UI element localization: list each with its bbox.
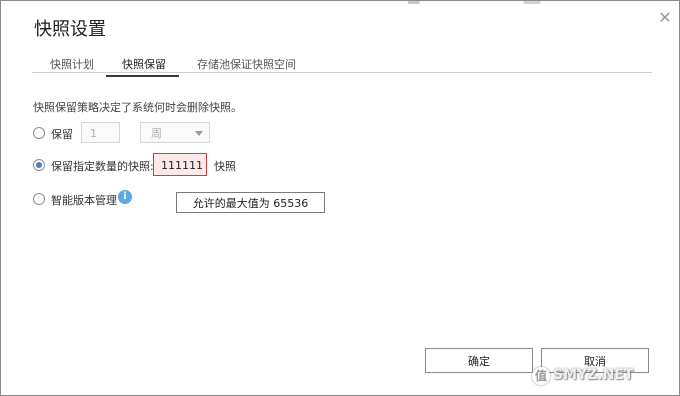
tab-snapshot-schedule[interactable]: 快照计划 [50,56,94,72]
close-icon[interactable]: ✕ [657,10,673,26]
watermark-logo-icon: 值 [532,367,550,385]
top-edge-strip [61,1,639,4]
smart-versioning-label: 智能版本管理 [51,194,117,207]
tab-snapshot-retention[interactable]: 快照保留 [106,56,179,77]
keep-unit-value: 周 [151,127,162,140]
count-unit-label: 快照 [214,160,236,173]
watermark-text: SMYZ.NET [553,367,634,383]
keep-unit-select[interactable]: 周 [140,122,210,143]
snapshot-settings-dialog: 快照设置 ✕ 快照计划 快照保留 存储池保证快照空间 快照保留策略决定了系统何时… [0,0,680,396]
dialog-title: 快照设置 [34,19,106,40]
tab-bar: 快照计划 快照保留 存储池保证快照空间 [32,52,652,77]
keep-label: 保留 [51,128,73,141]
chevron-down-icon [195,131,203,136]
max-value-tooltip: 允许的最大值为 65536 [176,192,325,213]
count-label: 保留指定数量的快照: [51,160,154,173]
smart-versioning-radio[interactable] [33,193,45,205]
count-radio[interactable] [33,159,45,171]
keep-value-input[interactable]: 1 [81,122,120,143]
tab-pool-guaranteed-space[interactable]: 存储池保证快照空间 [197,56,296,72]
ok-button[interactable]: 确定 [425,348,533,373]
keep-radio[interactable] [33,127,45,139]
snapshot-count-input[interactable]: 111111 [153,153,207,176]
info-icon[interactable]: i [118,190,132,204]
retention-description: 快照保留策略决定了系统何时会删除快照。 [33,101,242,114]
